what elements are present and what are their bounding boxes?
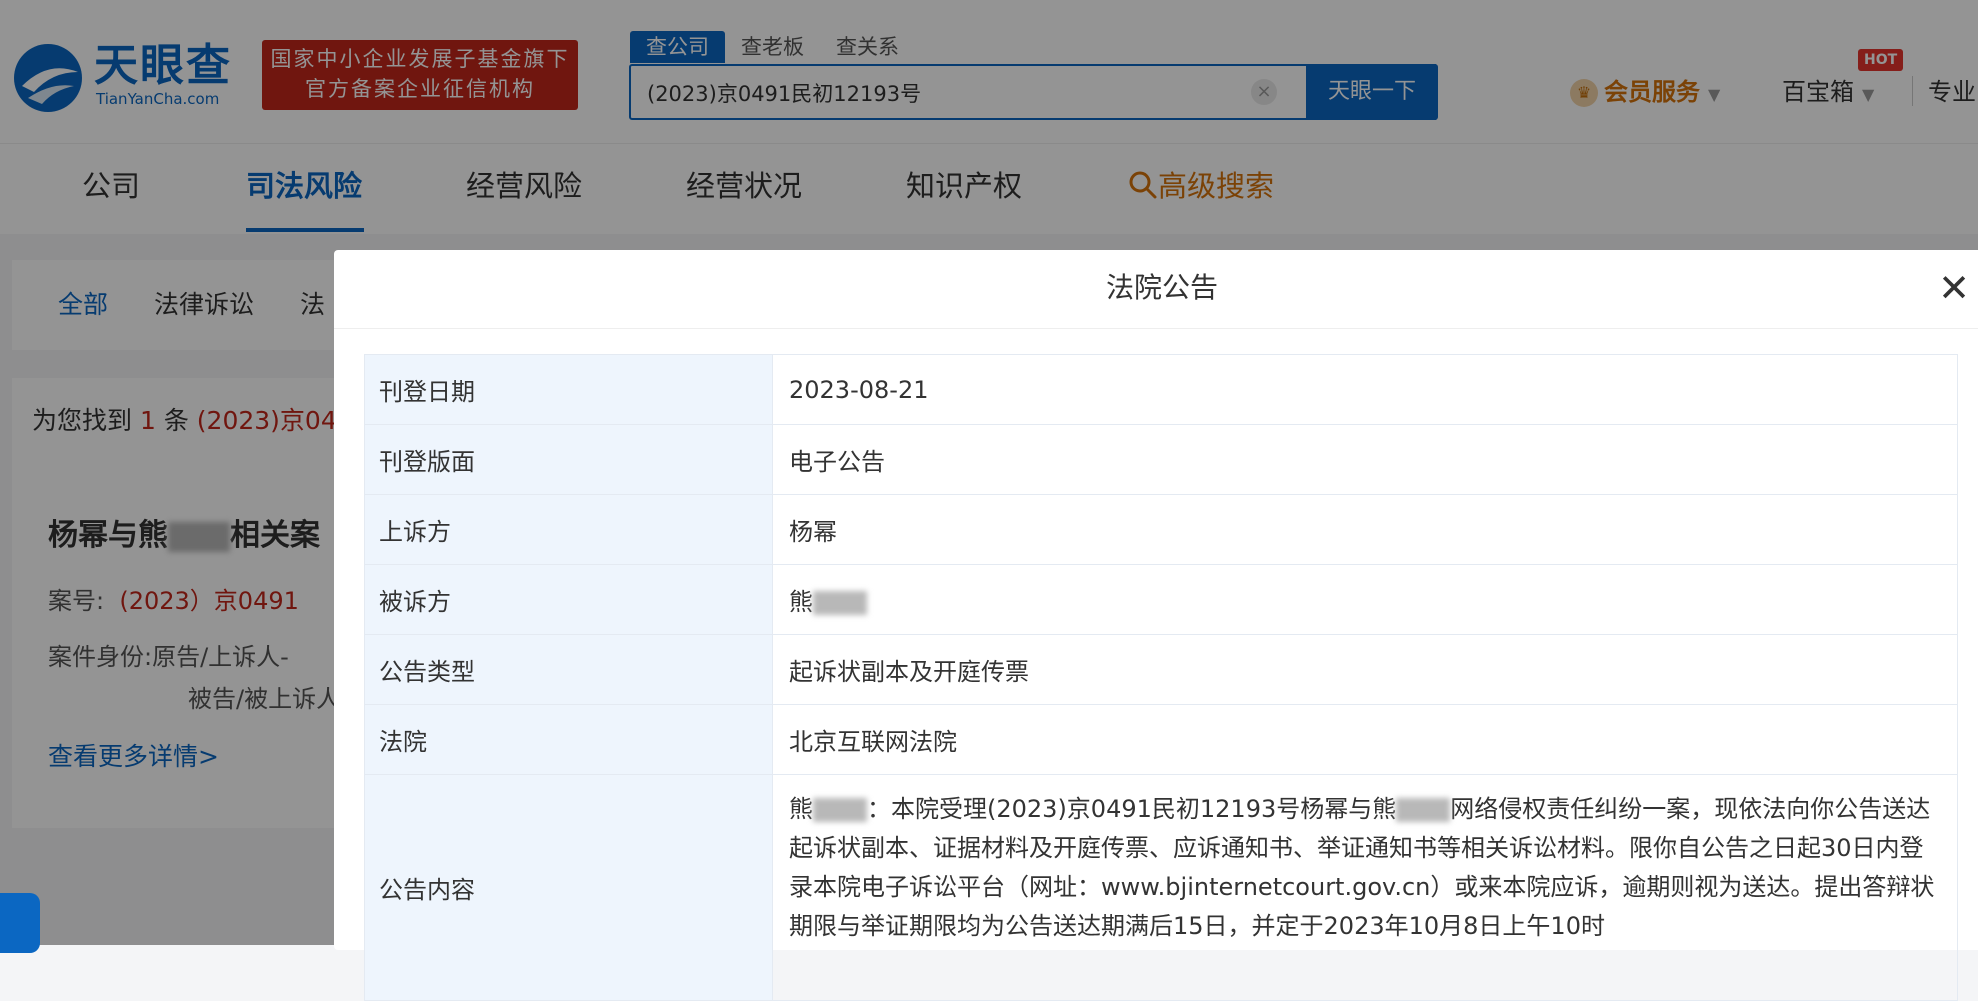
row-label-appellant: 上诉方 <box>364 494 773 565</box>
defendant-name: 熊 <box>789 588 813 616</box>
redacted-name <box>813 591 867 615</box>
content-part-2: ：本院受理(2023)京0491民初12193号杨幂与熊 <box>867 795 1397 823</box>
row-label-defendant: 被诉方 <box>364 564 773 635</box>
row-value-publish-date: 2023-08-21 <box>772 354 1958 425</box>
table-row: 刊登版面 电子公告 <box>364 424 1958 495</box>
row-value-defendant: 熊 <box>772 564 1958 635</box>
content-part-1: 熊 <box>789 795 813 823</box>
table-row: 刊登日期 2023-08-21 <box>364 354 1958 425</box>
redacted-name <box>1396 798 1451 822</box>
row-label-content: 公告内容 <box>364 774 773 1001</box>
table-row: 法院 北京互联网法院 <box>364 704 1958 775</box>
row-value-content: 熊：本院受理(2023)京0491民初12193号杨幂与熊 网络侵权责任纠纷一案，… <box>772 774 1958 1001</box>
redacted-name <box>813 798 867 822</box>
table-row: 公告类型 起诉状副本及开庭传票 <box>364 634 1958 705</box>
row-value-appellant: 杨幂 <box>772 494 1958 565</box>
notice-detail-table: 刊登日期 2023-08-21 刊登版面 电子公告 上诉方 杨幂 被诉方 熊 公… <box>364 354 1958 1001</box>
row-value-court: 北京互联网法院 <box>772 704 1958 775</box>
table-row: 被诉方 熊 <box>364 564 1958 635</box>
table-row: 公告内容 熊：本院受理(2023)京0491民初12193号杨幂与熊 网络侵权责任… <box>364 774 1958 1001</box>
row-value-notice-type: 起诉状副本及开庭传票 <box>772 634 1958 705</box>
table-row: 上诉方 杨幂 <box>364 494 1958 565</box>
notice-content-text: 熊：本院受理(2023)京0491民初12193号杨幂与熊 网络侵权责任纠纷一案，… <box>789 776 1941 946</box>
row-label-section: 刊登版面 <box>364 424 773 495</box>
close-icon[interactable]: ✕ <box>1932 266 1976 310</box>
chat-icon[interactable] <box>0 893 40 953</box>
modal-header: 法院公告 ✕ <box>334 250 1978 329</box>
row-label-publish-date: 刊登日期 <box>364 354 773 425</box>
modal-title: 法院公告 <box>1105 271 1218 304</box>
court-notice-modal: 法院公告 ✕ 刊登日期 2023-08-21 刊登版面 电子公告 上诉方 杨幂 … <box>334 250 1978 1001</box>
row-label-court: 法院 <box>364 704 773 775</box>
row-value-section: 电子公告 <box>772 424 1958 495</box>
row-label-notice-type: 公告类型 <box>364 634 773 705</box>
